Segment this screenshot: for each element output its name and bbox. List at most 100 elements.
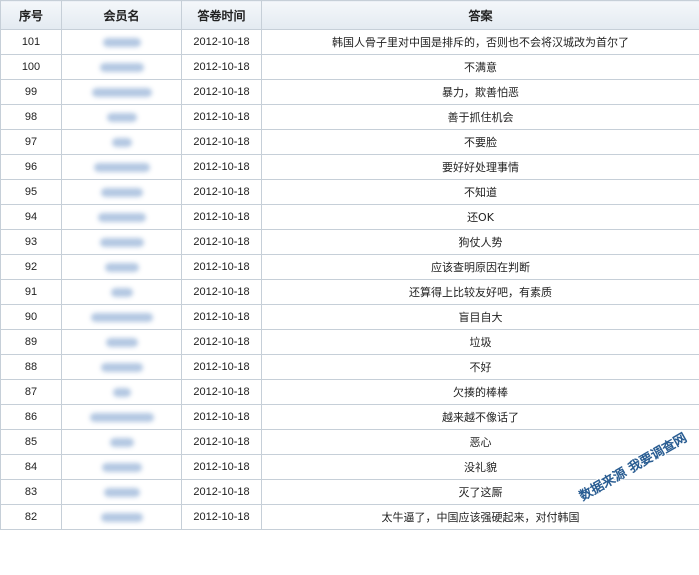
row-id: 85: [1, 430, 62, 455]
row-answer: 要好好处理事情: [262, 155, 699, 180]
row-answer: 暴力，欺善怕恶: [262, 80, 699, 105]
row-member-name: [62, 505, 182, 530]
row-answer: 恶心: [262, 430, 699, 455]
row-id: 89: [1, 330, 62, 355]
table-row: 91 2012-10-18还算得上比较友好吧，有素质: [1, 280, 699, 305]
header-row: 序号 会员名 答卷时间 答案: [1, 1, 699, 30]
row-member-name: [62, 205, 182, 230]
row-id: 94: [1, 205, 62, 230]
row-member-name: [62, 255, 182, 280]
row-id: 87: [1, 380, 62, 405]
row-answer: 灭了这厮: [262, 480, 699, 505]
row-member-name: [62, 355, 182, 380]
blurred-member-name: [92, 88, 152, 97]
row-id: 92: [1, 255, 62, 280]
table-header: 序号 会员名 答卷时间 答案: [1, 1, 699, 30]
header-answer: 答案: [262, 1, 699, 30]
row-answer: 应该查明原因在判断: [262, 255, 699, 280]
row-answer-time: 2012-10-18: [182, 130, 262, 155]
row-member-name: [62, 105, 182, 130]
row-answer: 欠揍的棒棒: [262, 380, 699, 405]
row-answer-time: 2012-10-18: [182, 230, 262, 255]
row-answer-time: 2012-10-18: [182, 180, 262, 205]
row-member-name: [62, 280, 182, 305]
table-row: 96 2012-10-18要好好处理事情: [1, 155, 699, 180]
table-row: 87 2012-10-18欠揍的棒棒: [1, 380, 699, 405]
survey-answers-table: 序号 会员名 答卷时间 答案 1012012-10-18韩国人骨子里对中国是排斥…: [0, 0, 699, 530]
table-row: 1002012-10-18不满意: [1, 55, 699, 80]
row-id: 97: [1, 130, 62, 155]
row-answer: 越来越不像话了: [262, 405, 699, 430]
table-row: 882012-10-18不好: [1, 355, 699, 380]
row-member-name: [62, 130, 182, 155]
table-body: 1012012-10-18韩国人骨子里对中国是排斥的，否则也不会将汉城改为首尔了…: [1, 30, 699, 530]
row-member-name: [62, 430, 182, 455]
blurred-member-name: [103, 38, 141, 47]
table-row: 89 2012-10-18垃圾: [1, 330, 699, 355]
row-answer: 善于抓住机会: [262, 105, 699, 130]
row-member-name: [62, 480, 182, 505]
row-answer-time: 2012-10-18: [182, 205, 262, 230]
row-id: 95: [1, 180, 62, 205]
row-member-name: [62, 455, 182, 480]
row-member-name: [62, 405, 182, 430]
row-answer-time: 2012-10-18: [182, 430, 262, 455]
blurred-member-name: [111, 288, 133, 297]
row-answer: 盲目自大: [262, 305, 699, 330]
table-row: 922012-10-18应该查明原因在判断: [1, 255, 699, 280]
row-id: 93: [1, 230, 62, 255]
row-answer-time: 2012-10-18: [182, 380, 262, 405]
row-answer: 狗仗人势: [262, 230, 699, 255]
blurred-member-name: [113, 388, 131, 397]
table-row: 1012012-10-18韩国人骨子里对中国是排斥的，否则也不会将汉城改为首尔了: [1, 30, 699, 55]
table-row: 85 2012-10-18恶心: [1, 430, 699, 455]
row-answer: 垃圾: [262, 330, 699, 355]
table-row: 97 2012-10-18不要脸: [1, 130, 699, 155]
blurred-member-name: [100, 63, 144, 72]
row-answer-time: 2012-10-18: [182, 330, 262, 355]
row-answer-time: 2012-10-18: [182, 55, 262, 80]
row-answer: 不要脸: [262, 130, 699, 155]
row-answer-time: 2012-10-18: [182, 305, 262, 330]
blurred-member-name: [101, 513, 143, 522]
row-answer: 韩国人骨子里对中国是排斥的，否则也不会将汉城改为首尔了: [262, 30, 699, 55]
row-id: 96: [1, 155, 62, 180]
table-row: 822012-10-18太牛逼了，中国应该强硬起来，对付韩国: [1, 505, 699, 530]
blurred-member-name: [104, 488, 140, 497]
header-member-name: 会员名: [62, 1, 182, 30]
blurred-member-name: [110, 438, 134, 447]
blurred-member-name: [107, 113, 137, 122]
row-answer-time: 2012-10-18: [182, 405, 262, 430]
row-id: 86: [1, 405, 62, 430]
row-answer-time: 2012-10-18: [182, 155, 262, 180]
table-row: 86 2012-10-18越来越不像话了: [1, 405, 699, 430]
blurred-member-name: [94, 163, 150, 172]
row-answer: 太牛逼了，中国应该强硬起来，对付韩国: [262, 505, 699, 530]
blurred-member-name: [91, 313, 153, 322]
row-id: 91: [1, 280, 62, 305]
row-answer: 不满意: [262, 55, 699, 80]
row-id: 84: [1, 455, 62, 480]
blurred-member-name: [101, 363, 143, 372]
row-member-name: [62, 230, 182, 255]
blurred-member-name: [101, 188, 143, 197]
row-answer: 还算得上比较友好吧，有素质: [262, 280, 699, 305]
row-answer-time: 2012-10-18: [182, 455, 262, 480]
row-member-name: [62, 30, 182, 55]
table-row: 902012-10-18盲目自大: [1, 305, 699, 330]
blurred-member-name: [90, 413, 154, 422]
row-member-name: [62, 330, 182, 355]
header-answer-time: 答卷时间: [182, 1, 262, 30]
table-row: 982012-10-18善于抓住机会: [1, 105, 699, 130]
table-row: 93 2012-10-18狗仗人势: [1, 230, 699, 255]
row-id: 99: [1, 80, 62, 105]
row-answer-time: 2012-10-18: [182, 30, 262, 55]
row-answer-time: 2012-10-18: [182, 105, 262, 130]
row-answer-time: 2012-10-18: [182, 80, 262, 105]
row-answer: 还OK: [262, 205, 699, 230]
row-id: 82: [1, 505, 62, 530]
table-row: 94 2012-10-18还OK: [1, 205, 699, 230]
row-id: 83: [1, 480, 62, 505]
row-answer-time: 2012-10-18: [182, 280, 262, 305]
row-answer: 不知道: [262, 180, 699, 205]
